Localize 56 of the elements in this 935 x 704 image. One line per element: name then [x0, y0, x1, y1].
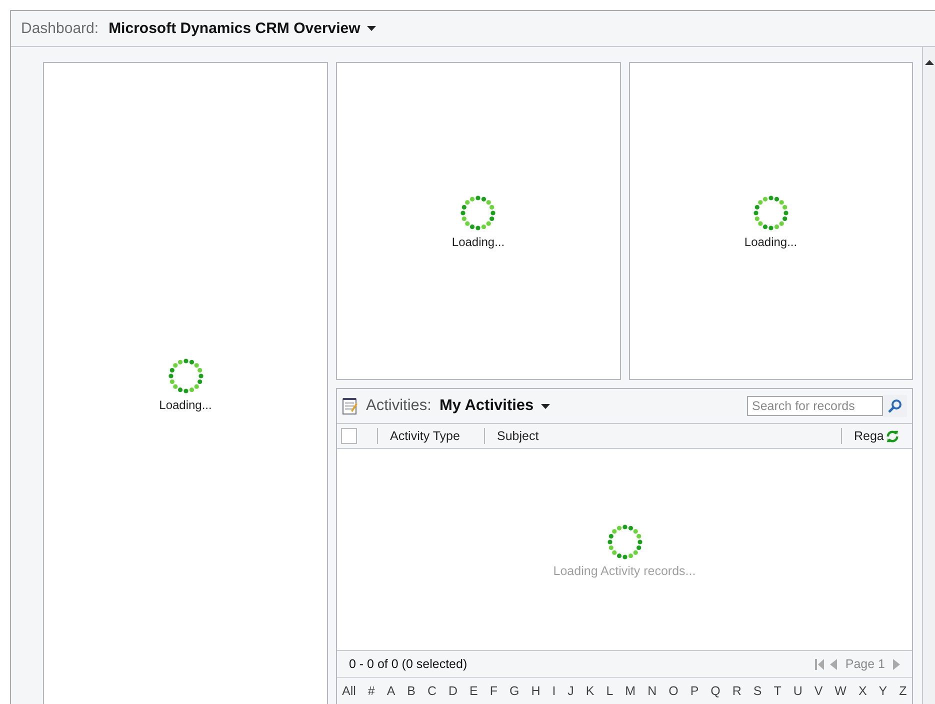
letter-filter[interactable]: J: [566, 684, 575, 698]
spinner-icon: [750, 193, 791, 233]
refresh-icon[interactable]: [886, 430, 899, 442]
search-icon: [888, 399, 902, 413]
loading-text: Loading...: [452, 235, 505, 249]
loading-text: Loading Activity records...: [553, 564, 696, 578]
letter-filter[interactable]: Q: [710, 684, 722, 698]
letter-filter[interactable]: N: [646, 684, 658, 698]
previous-page-icon[interactable]: [830, 658, 838, 670]
column-header[interactable]: Rega: [842, 429, 884, 443]
activities-label: Activities:: [366, 397, 432, 415]
scroll-up-icon[interactable]: [924, 60, 934, 65]
letter-filter[interactable]: V: [813, 684, 824, 698]
next-page-icon[interactable]: [893, 658, 900, 670]
page-number: Page 1: [845, 657, 885, 671]
dashboard-label: Dashboard:: [21, 20, 99, 37]
letter-filter[interactable]: H: [530, 684, 542, 698]
letter-filter[interactable]: K: [584, 684, 596, 698]
notepad-icon: [342, 397, 358, 415]
letter-filter[interactable]: U: [792, 684, 804, 698]
search-button[interactable]: [883, 395, 907, 417]
letter-filter[interactable]: I: [551, 684, 557, 698]
letter-filter[interactable]: X: [857, 684, 868, 698]
search-field[interactable]: Search for records: [747, 396, 883, 416]
letter-filter[interactable]: F: [488, 684, 498, 698]
record-count: 0 - 0 of 0 (0 selected): [349, 657, 468, 671]
letter-filter[interactable]: D: [448, 684, 459, 698]
select-all-checkbox[interactable]: [341, 428, 357, 444]
letter-filter[interactable]: T: [772, 684, 782, 698]
letter-filter[interactable]: All: [341, 684, 357, 698]
caret-icon: [540, 404, 550, 408]
letter-filter[interactable]: G: [508, 684, 520, 698]
letter-filter[interactable]: #: [366, 684, 376, 698]
letter-filter[interactable]: R: [731, 684, 742, 698]
loading-text: Loading...: [159, 398, 212, 412]
view-selector[interactable]: My Activities: [439, 397, 550, 415]
letter-filter[interactable]: O: [668, 684, 680, 698]
letter-filter[interactable]: P: [689, 684, 700, 698]
column-header[interactable]: Activity Type: [378, 429, 484, 443]
caret-icon: [367, 26, 376, 31]
letter-filter[interactable]: C: [426, 684, 438, 698]
spinner-icon: [166, 356, 206, 396]
letter-filter[interactable]: B: [406, 684, 416, 698]
letter-filter[interactable]: W: [834, 684, 848, 698]
loading-text: Loading...: [744, 235, 798, 249]
letter-filter[interactable]: A: [386, 684, 396, 698]
letter-filter[interactable]: Y: [878, 684, 888, 698]
dashboard-selector[interactable]: Microsoft Dynamics CRM Overview: [108, 20, 376, 37]
spinner-icon: [604, 522, 644, 562]
letter-filter[interactable]: E: [468, 684, 479, 698]
first-page-icon[interactable]: [815, 658, 824, 670]
letter-filter[interactable]: M: [624, 684, 637, 698]
column-header[interactable]: Subject: [485, 429, 841, 443]
letter-filter[interactable]: Z: [898, 684, 908, 698]
letter-filter[interactable]: S: [752, 684, 763, 698]
letter-filter[interactable]: L: [605, 684, 614, 698]
